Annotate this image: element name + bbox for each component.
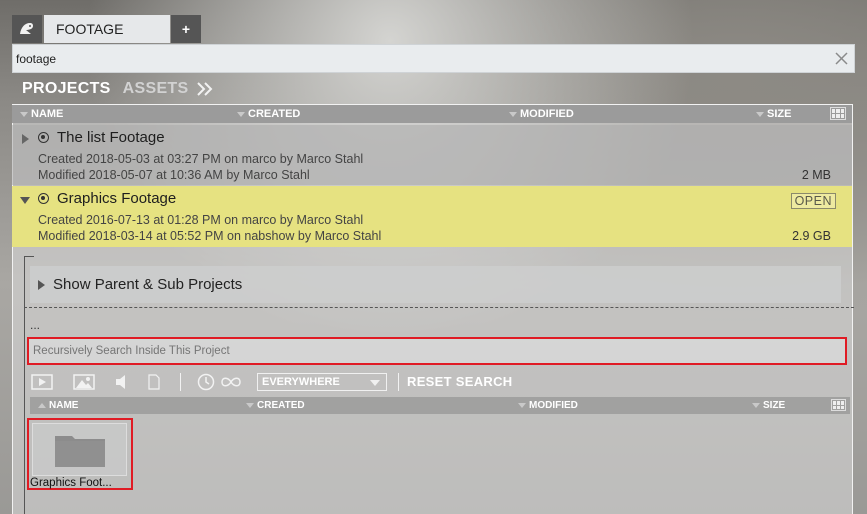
recursive-search-input[interactable] [29,339,845,363]
project-row-selected[interactable]: Graphics Footage OPEN Created 2016-07-13… [12,186,852,247]
project-created: Created 2016-07-13 at 01:28 PM on marco … [38,213,364,227]
infinity-filter-button[interactable] [219,372,243,392]
document-filter-button[interactable] [146,372,162,392]
asset-tile[interactable]: Graphics Foot... [27,418,133,490]
search-bar [12,44,855,73]
asset-column-name-label: NAME [49,400,79,411]
asset-column-created[interactable]: CREATED [246,400,305,411]
expand-arrow-icon[interactable] [22,134,29,144]
app-logo-icon [20,23,33,34]
project-name: Graphics Footage [57,190,177,207]
view-nav: PROJECTS ASSETS [22,79,214,99]
add-tab-button[interactable]: + [171,15,201,43]
asset-column-modified-label: MODIFIED [529,400,578,411]
column-name-label: NAME [31,108,64,120]
column-modified[interactable]: MODIFIED [509,108,574,120]
detail-bracket [24,256,34,257]
nav-assets[interactable]: ASSETS [123,80,189,98]
project-name: The list Footage [57,129,165,146]
project-row[interactable]: The list Footage Created 2018-05-03 at 0… [12,125,852,185]
asset-column-name[interactable]: NAME [38,400,78,411]
search-input[interactable] [13,45,813,72]
project-radio-icon[interactable] [38,193,49,204]
asset-column-size[interactable]: SIZE [752,400,785,411]
app-logo-button[interactable] [12,15,42,43]
document-icon [148,374,160,390]
sort-desc-icon [518,403,526,408]
chevron-down-icon [370,380,380,386]
column-created-label: CREATED [248,108,301,120]
reset-search-button[interactable]: RESET SEARCH [407,374,512,389]
tab-footage[interactable]: FOOTAGE [44,15,170,43]
project-radio-icon[interactable] [38,132,49,143]
tab-label: FOOTAGE [56,21,124,37]
video-icon [31,374,53,390]
column-size[interactable]: SIZE [756,108,791,120]
nav-projects[interactable]: PROJECTS [22,80,111,98]
asset-column-header: NAME CREATED MODIFIED SIZE [30,397,850,414]
project-title: Graphics Footage [38,190,176,207]
open-button[interactable]: OPEN [790,193,836,209]
parent-sub-label: Show Parent & Sub Projects [53,276,243,293]
folder-icon [54,435,105,467]
clear-search-icon[interactable] [833,50,850,67]
show-parent-sub-projects[interactable]: Show Parent & Sub Projects [30,266,841,303]
asset-name: Graphics Foot... [30,477,112,489]
image-filter-button[interactable] [72,372,96,392]
sort-desc-icon [246,403,254,408]
detail-bracket-line [24,256,25,514]
project-path: ... [30,318,41,332]
video-filter-button[interactable] [30,372,54,392]
column-modified-label: MODIFIED [520,108,574,120]
asset-filter-toolbar: EVERYWHERE RESET SEARCH [30,372,850,392]
asset-column-modified[interactable]: MODIFIED [518,400,578,411]
column-created[interactable]: CREATED [237,108,300,120]
scope-value: EVERYWHERE [262,376,340,388]
divider [24,307,854,308]
project-title: The list Footage [38,129,165,146]
grid-view-icon[interactable] [830,107,846,120]
sort-desc-icon [20,111,28,117]
clock-icon [197,373,215,391]
recursive-search-box [27,337,847,365]
add-tab-label: + [181,21,191,37]
image-icon [73,374,95,390]
sort-desc-icon [752,403,760,408]
project-created: Created 2018-05-03 at 03:27 PM on marco … [38,152,364,166]
audio-filter-button[interactable] [112,372,130,392]
toolbar-separator [180,373,181,391]
project-column-header: NAME CREATED MODIFIED SIZE [12,105,852,123]
speaker-icon [116,375,125,389]
sort-asc-icon [38,403,46,408]
asset-column-size-label: SIZE [763,400,786,411]
asset-column-created-label: CREATED [257,400,305,411]
time-filter-button[interactable] [196,372,216,392]
infinity-icon [221,377,241,387]
project-modified: Modified 2018-03-14 at 05:52 PM on nabsh… [38,229,382,243]
collapse-arrow-icon[interactable] [20,197,30,204]
search-scope-select[interactable]: EVERYWHERE [257,373,387,391]
column-size-label: SIZE [767,108,792,120]
column-name[interactable]: NAME [20,108,63,120]
project-size: 2.9 GB [792,229,831,243]
sort-desc-icon [756,111,764,117]
sort-desc-icon [237,111,245,117]
project-size: 2 MB [801,168,831,182]
double-chevron-right-icon[interactable] [196,82,214,96]
toolbar-separator [398,373,399,391]
sort-desc-icon [509,111,517,117]
grid-view-icon[interactable] [831,399,846,411]
expand-arrow-icon [38,279,45,290]
project-modified: Modified 2018-05-07 at 10:36 AM by Marco… [38,168,310,182]
asset-thumbnail[interactable] [32,423,127,476]
